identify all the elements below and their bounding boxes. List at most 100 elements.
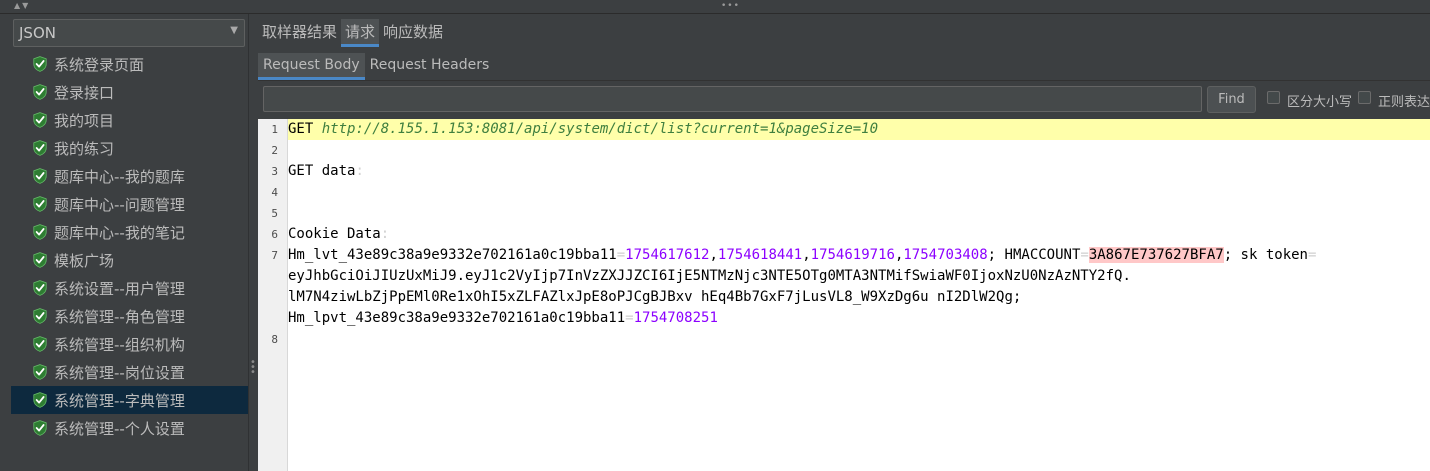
- cookie-key: Hm_lvt_43e89c38a9e9332e702161a0c19bba11: [288, 247, 617, 263]
- top-resize-strip: ▲▼ •••: [0, 0, 1430, 14]
- code-line-cookie-values: Hm_lvt_43e89c38a9e9332e702161a0c19bba11=…: [288, 247, 1317, 263]
- tree-item-label: 登录接口: [54, 84, 115, 102]
- cookie-data-label: Cookie Data: [288, 226, 381, 242]
- line-number: 1: [271, 123, 278, 136]
- green-shield-check-icon: [33, 168, 47, 184]
- splitter-grip-icon[interactable]: • • •: [250, 358, 256, 378]
- green-shield-check-icon: [33, 280, 47, 296]
- green-shield-check-icon: [33, 196, 47, 212]
- tree-item-label: 系统管理--岗位设置: [54, 364, 185, 382]
- green-shield-check-icon: [33, 364, 47, 380]
- cookie-key: sk token: [1240, 247, 1308, 263]
- line-number: 6: [271, 228, 278, 241]
- code-line-request: GET http://8.155.1.153:8081/api/system/d…: [288, 119, 1430, 140]
- request-tabs: Request Body Request Headers: [258, 53, 495, 80]
- token-text: eyJhbGciOiJIUzUxMiJ9.eyJ1c2VyIjp7InVzZXJ…: [288, 268, 1131, 284]
- tree-item-label: 系统管理--角色管理: [54, 308, 185, 326]
- tab-request[interactable]: 请求: [341, 19, 380, 47]
- line-number: 8: [271, 333, 278, 346]
- tab-label: Request Headers: [369, 57, 490, 73]
- green-shield-check-icon: [33, 56, 47, 72]
- tree-item[interactable]: 系统管理--个人设置: [11, 414, 248, 442]
- separator: :: [355, 163, 364, 179]
- tree-item[interactable]: 系统管理--组织机构: [11, 330, 248, 358]
- tab-response-data[interactable]: 响应数据: [379, 19, 447, 47]
- tree-item-label: 系统登录页面: [54, 56, 145, 74]
- result-tabs: 取样器结果 请求 响应数据: [258, 19, 447, 47]
- separator: :: [380, 226, 390, 242]
- drag-handle-icon[interactable]: •••: [721, 1, 740, 11]
- green-shield-check-icon: [33, 84, 47, 100]
- chevron-down-icon: ▼: [230, 25, 238, 36]
- tree-item-label: 模板广场: [54, 252, 115, 270]
- cookie-value: 1754618441: [717, 247, 803, 263]
- results-tree-panel: JSON ▼ 系统登录页面 登录接口 我的项目 我的练习 题库中心--我的题库 题库中心-…: [0, 14, 249, 471]
- tree-item[interactable]: 登录接口: [11, 78, 248, 106]
- green-shield-check-icon: [33, 112, 47, 128]
- tree-item-label: 题库中心--我的笔记: [54, 224, 185, 242]
- tree-item-label: 系统管理--字典管理: [54, 392, 185, 410]
- tab-label: 取样器结果: [262, 23, 338, 41]
- tree-item-label: 我的项目: [54, 112, 115, 130]
- case-sensitive-checkbox[interactable]: [1267, 91, 1280, 104]
- cookie-value: 1754703408: [903, 247, 988, 263]
- green-shield-check-icon: [33, 252, 47, 268]
- tree-item[interactable]: 题库中心--我的题库: [11, 162, 248, 190]
- tree-item[interactable]: 题库中心--我的笔记: [11, 218, 248, 246]
- token-text: lM7N4ziwLbZjPpEMl0Re1xOhI5xZLFAZlxJpE8oP…: [288, 289, 1022, 305]
- tab-request-headers[interactable]: Request Headers: [365, 53, 495, 80]
- result-detail-panel: 取样器结果 请求 响应数据 Request Body Request Heade…: [258, 14, 1430, 471]
- tree-item[interactable]: 系统管理--字典管理: [11, 386, 248, 414]
- tab-sampler-result[interactable]: 取样器结果: [258, 19, 341, 47]
- tree-item[interactable]: 我的练习: [11, 134, 248, 162]
- regex-label: 正则表达: [1378, 95, 1430, 110]
- tree-item[interactable]: 模板广场: [11, 246, 248, 274]
- find-button[interactable]: Find: [1207, 86, 1256, 113]
- code-area[interactable]: GET http://8.155.1.153:8081/api/system/d…: [288, 119, 1430, 471]
- case-sensitive-label: 区分大小写: [1287, 95, 1353, 110]
- renderer-select-value: JSON: [19, 24, 56, 42]
- cookie-value-highlighted: 3A867E737627BFA7: [1088, 247, 1224, 263]
- renderer-select[interactable]: JSON ▼: [13, 19, 245, 47]
- cookie-key: Hm_lpvt_43e89c38a9e9332e702161a0c19bba11: [288, 310, 626, 326]
- collapse-arrows-icon[interactable]: ▲▼: [14, 1, 30, 10]
- line-number: 5: [271, 207, 278, 220]
- green-shield-check-icon: [33, 420, 47, 436]
- line-number-gutter: 1 2 3 4 5 6 7 8: [258, 119, 288, 471]
- green-shield-check-icon: [33, 140, 47, 156]
- code-line-get-data: GET data:: [288, 161, 364, 182]
- tree-item[interactable]: 系统管理--角色管理: [11, 302, 248, 330]
- tab-divider: [258, 80, 1430, 81]
- green-shield-check-icon: [33, 224, 47, 240]
- tree-item-label: 系统管理--组织机构: [54, 336, 185, 354]
- code-line-lpvt: Hm_lpvt_43e89c38a9e9332e702161a0c19bba11…: [288, 310, 718, 326]
- search-input[interactable]: [263, 86, 1202, 112]
- panel-splitter[interactable]: • • •: [249, 14, 258, 471]
- get-data-label: GET data: [288, 163, 356, 179]
- tree-item[interactable]: 系统管理--岗位设置: [11, 358, 248, 386]
- request-body-editor[interactable]: 1 2 3 4 5 6 7 8 GET http://8.155.1.153:8…: [258, 119, 1430, 471]
- tree-item[interactable]: 我的项目: [11, 106, 248, 134]
- tree-item[interactable]: 系统设置--用户管理: [11, 274, 248, 302]
- code-line-token-part2: lM7N4ziwLbZjPpEMl0Re1xOhI5xZLFAZlxJpE8oP…: [288, 287, 1021, 308]
- tree-item-label: 系统设置--用户管理: [54, 280, 185, 298]
- green-shield-check-icon: [33, 392, 47, 408]
- http-method: GET: [288, 121, 314, 137]
- code-line-token-part1: eyJhbGciOiJIUzUxMiJ9.eyJ1c2VyIjp7InVzZXJ…: [288, 266, 1131, 287]
- tree-item[interactable]: 题库中心--问题管理: [11, 190, 248, 218]
- cookie-value: 1754617612: [625, 247, 710, 263]
- tree-item-label: 系统管理--个人设置: [54, 420, 185, 438]
- cookie-value: 1754708251: [633, 310, 718, 326]
- tree-item[interactable]: 系统登录页面: [11, 50, 248, 78]
- line-number: 7: [271, 249, 278, 262]
- tab-label: Request Body: [263, 57, 360, 73]
- tree-item-label: 我的练习: [54, 140, 115, 158]
- request-url: http://8.155.1.153:8081/api/system/dict/…: [321, 121, 879, 137]
- tab-label: 请求: [345, 23, 376, 41]
- cookie-key: HMACCOUNT: [1004, 247, 1081, 263]
- line-number: 2: [271, 144, 278, 157]
- tab-request-body[interactable]: Request Body: [258, 53, 365, 80]
- line-number: 4: [271, 186, 278, 199]
- code-line-cookie-header: Cookie Data:: [288, 224, 389, 245]
- regex-checkbox[interactable]: [1358, 91, 1371, 104]
